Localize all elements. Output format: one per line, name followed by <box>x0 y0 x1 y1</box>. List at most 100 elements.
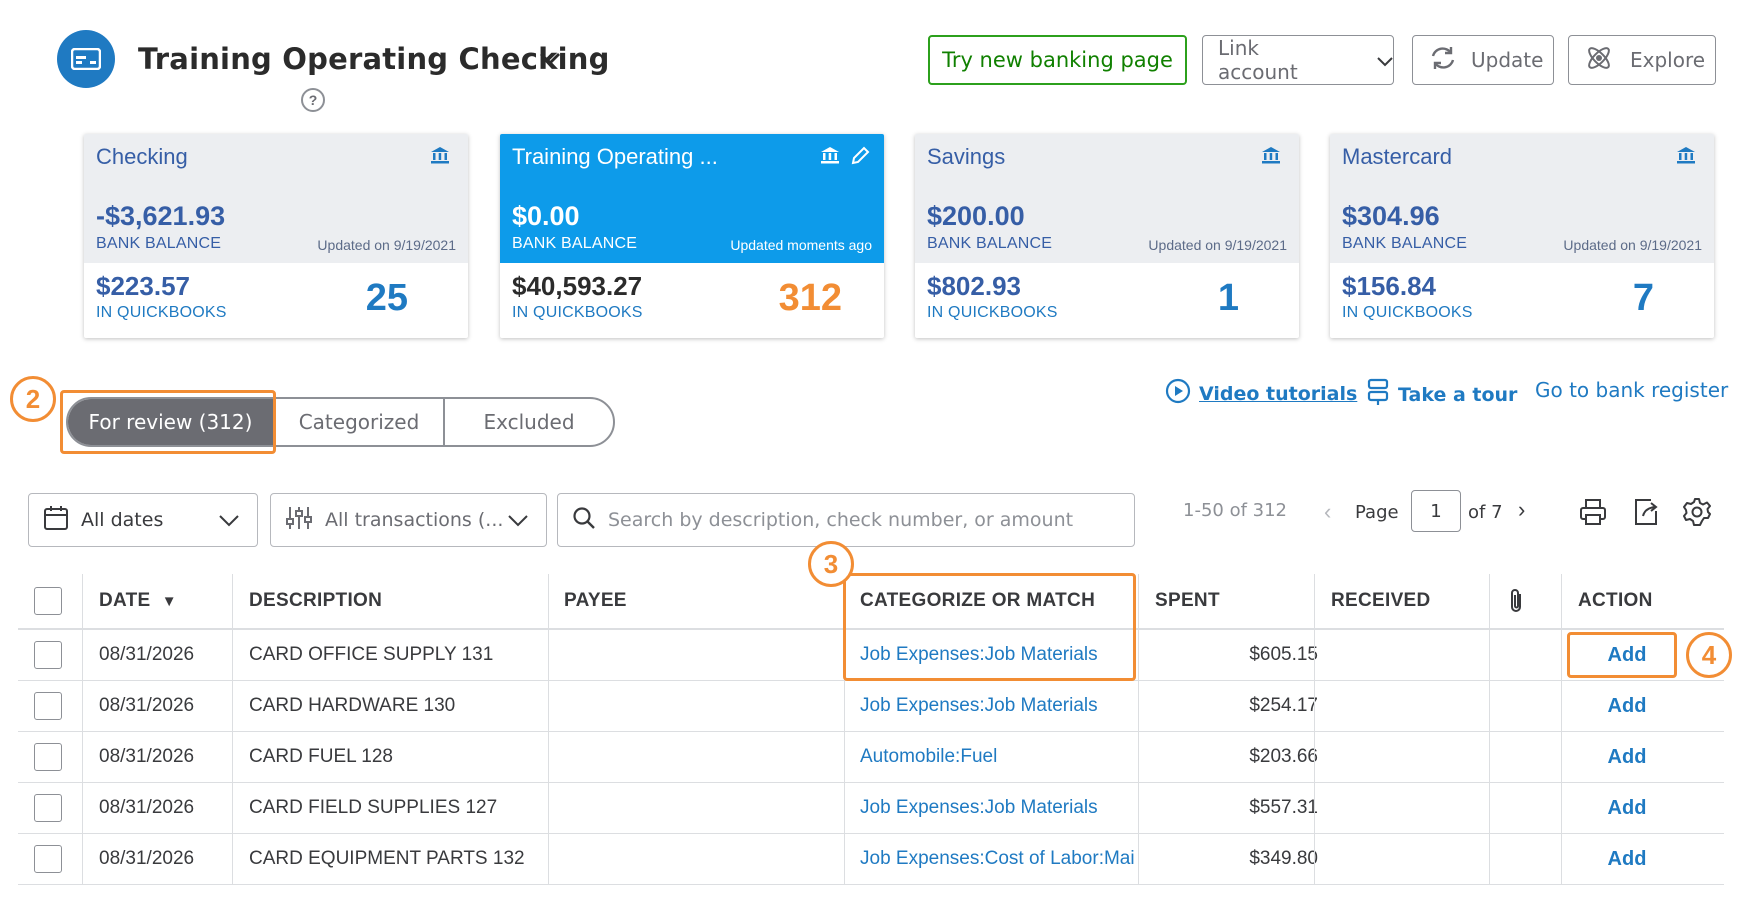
header-spent[interactable]: SPENT <box>1155 574 1315 628</box>
row-checkbox[interactable] <box>34 743 62 771</box>
take-a-tour-link[interactable]: Take a tour <box>1366 378 1517 411</box>
tab-categorized[interactable]: Categorized <box>273 399 443 445</box>
column-divider <box>548 630 549 680</box>
add-button[interactable]: Add <box>1582 834 1672 884</box>
row-category-link[interactable]: Job Expenses:Cost of Labor:Mai <box>860 834 1150 884</box>
row-spent: $349.80 <box>1249 848 1318 869</box>
column-divider <box>232 783 233 833</box>
pencil-icon[interactable] <box>850 146 870 171</box>
go-to-bank-register-link[interactable]: Go to bank register <box>1535 378 1728 402</box>
transaction-filter-dropdown[interactable]: All transactions (... <box>270 493 547 547</box>
card-qb-label: IN QUICKBOOKS <box>927 304 1058 321</box>
column-divider <box>1489 834 1490 884</box>
table-row[interactable]: 08/31/2026 CARD EQUIPMENT PARTS 132 Job … <box>18 834 1724 885</box>
video-tutorials-link[interactable]: Video tutorials <box>1165 378 1357 409</box>
row-spent: $557.31 <box>1249 797 1318 818</box>
row-checkbox[interactable] <box>34 845 62 873</box>
column-divider <box>82 630 83 680</box>
tab-excluded[interactable]: Excluded <box>443 399 613 445</box>
header-date[interactable]: DATE ▼ <box>99 574 177 628</box>
annotation-step-2: 2 <box>10 376 56 422</box>
card-bank-balance: $0.00 <box>512 201 580 231</box>
column-divider <box>1138 834 1139 884</box>
gear-icon[interactable] <box>1680 495 1714 529</box>
card-qb-balance: $156.84 <box>1342 271 1436 301</box>
row-category-link[interactable]: Automobile:Fuel <box>860 732 1150 782</box>
card-account-name: Mastercard <box>1342 144 1453 169</box>
play-circle-icon <box>1165 378 1191 409</box>
header-action: ACTION <box>1578 590 1653 611</box>
card-bank-balance-label: BANK BALANCE <box>512 235 638 252</box>
card-bank-balance-label: BANK BALANCE <box>1342 235 1468 252</box>
bank-icon <box>430 146 450 169</box>
chevron-down-icon[interactable] <box>533 44 567 74</box>
column-divider <box>1489 574 1490 628</box>
column-divider <box>1138 681 1139 731</box>
row-checkbox[interactable] <box>34 692 62 720</box>
print-icon[interactable] <box>1576 495 1610 529</box>
search-input[interactable] <box>608 509 1128 531</box>
link-account-button[interactable]: Link account <box>1202 35 1394 85</box>
row-date: 08/31/2026 <box>99 695 195 716</box>
card-review-count: 7 <box>1632 277 1654 319</box>
row-description: CARD HARDWARE 130 <box>249 695 456 716</box>
header-date-label: DATE <box>99 590 151 611</box>
column-divider <box>1314 783 1315 833</box>
annotation-step-4: 4 <box>1686 632 1732 678</box>
annotation-highlight-categorize <box>843 573 1136 681</box>
transaction-filter-label: All transactions (... <box>325 509 504 531</box>
column-divider <box>1561 681 1562 731</box>
account-card-checking[interactable]: Checking -$3,621.93 BANK BALANCE Updated… <box>84 134 468 338</box>
card-bank-balance-label: BANK BALANCE <box>927 235 1053 252</box>
update-button[interactable]: Update <box>1412 35 1554 85</box>
column-divider <box>1138 630 1139 680</box>
row-date: 08/31/2026 <box>99 746 195 767</box>
column-divider <box>232 834 233 884</box>
table-row[interactable]: 08/31/2026 CARD FIELD SUPPLIES 127 Job E… <box>18 783 1724 834</box>
card-bank-balance: -$3,621.93 <box>96 201 226 231</box>
atom-icon <box>1584 43 1614 78</box>
header-received[interactable]: RECEIVED <box>1331 574 1431 628</box>
add-button[interactable]: Add <box>1582 732 1672 782</box>
column-divider <box>82 834 83 884</box>
row-category-link[interactable]: Job Expenses:Job Materials <box>860 681 1150 731</box>
export-icon[interactable] <box>1629 495 1663 529</box>
table-row[interactable]: 08/31/2026 CARD HARDWARE 130 Job Expense… <box>18 681 1724 732</box>
account-card-icon <box>57 30 115 88</box>
help-icon[interactable]: ? <box>301 88 325 112</box>
row-description: CARD EQUIPMENT PARTS 132 <box>249 848 525 869</box>
table-row[interactable]: 08/31/2026 CARD FUEL 128 Automobile:Fuel… <box>18 732 1724 783</box>
add-button[interactable]: Add <box>1582 783 1672 833</box>
card-updated-text: Updated moments ago <box>730 237 872 253</box>
date-filter-dropdown[interactable]: All dates <box>28 493 258 547</box>
row-date: 08/31/2026 <box>99 848 195 869</box>
column-divider <box>1489 630 1490 680</box>
take-a-tour-label: Take a tour <box>1398 383 1518 406</box>
explore-label: Explore <box>1630 48 1706 72</box>
chevron-down-icon <box>1377 48 1393 72</box>
add-button[interactable]: Add <box>1582 681 1672 731</box>
card-bank-balance-label: BANK BALANCE <box>96 235 222 252</box>
header-payee[interactable]: PAYEE <box>564 574 627 628</box>
card-updated-text: Updated on 9/19/2021 <box>1148 237 1287 253</box>
account-card-savings[interactable]: Savings $200.00 BANK BALANCE Updated on … <box>915 134 1299 338</box>
column-divider <box>1314 574 1315 628</box>
next-page-icon[interactable]: › <box>1518 497 1525 523</box>
row-checkbox[interactable] <box>34 641 62 669</box>
page-number-input[interactable] <box>1411 490 1461 532</box>
explore-button[interactable]: Explore <box>1568 35 1716 85</box>
column-divider <box>82 574 83 628</box>
row-category-link[interactable]: Job Expenses:Job Materials <box>860 783 1150 833</box>
row-description: CARD OFFICE SUPPLY 131 <box>249 644 494 665</box>
column-divider <box>844 834 845 884</box>
column-divider <box>844 681 845 731</box>
select-all-checkbox[interactable] <box>34 587 62 615</box>
prev-page-icon[interactable]: ‹ <box>1324 499 1331 525</box>
card-qb-balance: $802.93 <box>927 271 1021 301</box>
try-new-banking-button[interactable]: Try new banking page <box>928 35 1187 85</box>
account-card-mastercard[interactable]: Mastercard $304.96 BANK BALANCE Updated … <box>1330 134 1714 338</box>
column-divider <box>1489 732 1490 782</box>
header-description[interactable]: DESCRIPTION <box>249 574 382 628</box>
row-checkbox[interactable] <box>34 794 62 822</box>
account-card-training-operating[interactable]: Training Operating ... $0.00 BANK BALANC… <box>500 134 884 338</box>
